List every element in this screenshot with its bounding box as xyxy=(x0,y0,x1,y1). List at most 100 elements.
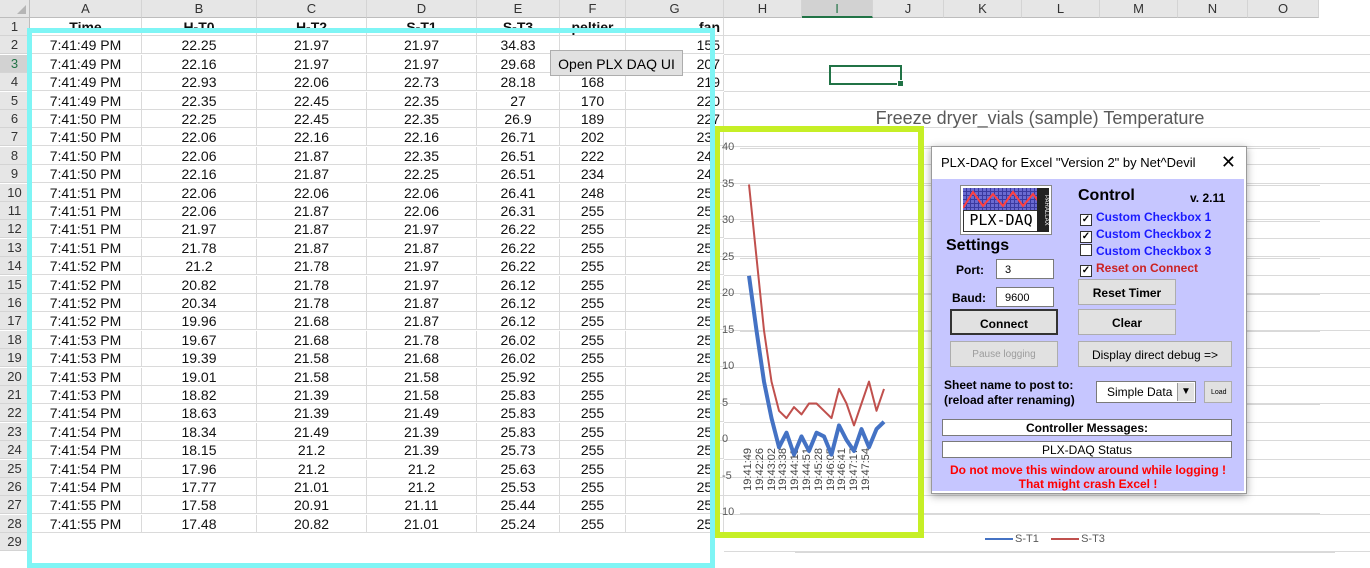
column-header-e[interactable]: E xyxy=(477,0,560,18)
select-all-corner[interactable] xyxy=(0,0,30,18)
table-cell[interactable]: 255 xyxy=(560,478,626,496)
table-cell[interactable]: 22.45 xyxy=(257,91,367,110)
column-header-o[interactable]: O xyxy=(1248,0,1319,18)
header-cell[interactable]: Time xyxy=(30,18,142,36)
table-cell[interactable]: 22.06 xyxy=(367,202,477,220)
table-cell[interactable]: 21.87 xyxy=(257,146,367,165)
row-header[interactable]: 28 xyxy=(0,514,30,533)
row-header[interactable]: 11 xyxy=(0,202,30,220)
row-header[interactable]: 4 xyxy=(0,73,30,92)
table-cell[interactable]: 26.22 xyxy=(477,238,560,257)
table-cell[interactable]: 255 xyxy=(626,257,724,276)
table-cell[interactable]: 17.96 xyxy=(142,459,257,478)
table-cell[interactable]: 19.96 xyxy=(142,312,257,331)
table-cell[interactable]: 25.53 xyxy=(477,478,560,496)
table-cell[interactable]: 26.12 xyxy=(477,312,560,331)
row-header[interactable]: 13 xyxy=(0,238,30,257)
table-cell[interactable]: 26.41 xyxy=(477,183,560,202)
table-cell[interactable]: 21.01 xyxy=(367,514,477,533)
header-cell[interactable]: fan xyxy=(626,18,724,36)
column-header-m[interactable]: M xyxy=(1100,0,1178,18)
table-cell[interactable]: 22.45 xyxy=(257,110,367,128)
table-cell[interactable]: 7:41:51 PM xyxy=(30,202,142,220)
table-cell[interactable]: 227 xyxy=(626,110,724,128)
table-cell[interactable]: 25.83 xyxy=(477,422,560,441)
table-cell[interactable]: 255 xyxy=(626,514,724,533)
table-cell[interactable]: 26.12 xyxy=(477,294,560,312)
table-cell[interactable]: 21.78 xyxy=(367,330,477,349)
table-cell[interactable]: 7:41:55 PM xyxy=(30,496,142,515)
table-cell[interactable]: 18.34 xyxy=(142,422,257,441)
table-cell[interactable]: 19.01 xyxy=(142,367,257,386)
table-cell[interactable]: 22.35 xyxy=(367,91,477,110)
table-cell[interactable]: 255 xyxy=(626,330,724,349)
table-cell[interactable]: 7:41:49 PM xyxy=(30,91,142,110)
row-header[interactable]: 29 xyxy=(0,533,30,552)
row-header[interactable]: 10 xyxy=(0,183,30,202)
table-cell[interactable]: 26.51 xyxy=(477,146,560,165)
row-header[interactable]: 6 xyxy=(0,110,30,128)
table-cell[interactable]: 21.39 xyxy=(367,422,477,441)
column-header-f[interactable]: F xyxy=(560,0,626,18)
table-cell[interactable]: 7:41:54 PM xyxy=(30,404,142,423)
table-cell[interactable]: 189 xyxy=(560,110,626,128)
table-cell[interactable]: 22.06 xyxy=(142,128,257,147)
table-cell[interactable]: 255 xyxy=(560,312,626,331)
table-cell[interactable]: 28.18 xyxy=(477,73,560,92)
table-cell[interactable]: 7:41:51 PM xyxy=(30,183,142,202)
table-cell[interactable]: 7:41:52 PM xyxy=(30,312,142,331)
connect-button[interactable]: Connect xyxy=(950,309,1058,335)
table-cell[interactable]: 7:41:54 PM xyxy=(30,478,142,496)
table-cell[interactable]: 7:41:51 PM xyxy=(30,220,142,239)
table-cell[interactable]: 18.15 xyxy=(142,441,257,460)
table-cell[interactable]: 22.35 xyxy=(142,91,257,110)
table-cell[interactable]: 255 xyxy=(560,441,626,460)
table-cell[interactable]: 255 xyxy=(560,422,626,441)
table-cell[interactable]: 255 xyxy=(626,386,724,404)
table-cell[interactable]: 7:41:50 PM xyxy=(30,110,142,128)
table-cell[interactable]: 21.58 xyxy=(367,367,477,386)
table-cell[interactable]: 20.82 xyxy=(257,514,367,533)
clear-columns-button[interactable]: Clear Columns xyxy=(1078,309,1176,354)
table-cell[interactable]: 255 xyxy=(626,294,724,312)
column-header-i[interactable]: I xyxy=(802,0,873,18)
table-cell[interactable]: 22.06 xyxy=(142,146,257,165)
reset-timer-button[interactable]: Reset Timer xyxy=(1078,279,1176,305)
table-cell[interactable]: 21.87 xyxy=(367,294,477,312)
row-header[interactable]: 21 xyxy=(0,386,30,404)
table-cell[interactable]: 22.16 xyxy=(142,165,257,184)
column-header-g[interactable]: G xyxy=(626,0,724,18)
table-cell[interactable]: 22.25 xyxy=(142,36,257,55)
table-cell[interactable]: 29.68 xyxy=(477,54,560,73)
table-cell[interactable]: 170 xyxy=(560,91,626,110)
table-cell[interactable]: 21.68 xyxy=(257,312,367,331)
table-cell[interactable]: 255 xyxy=(626,496,724,515)
row-header[interactable]: 16 xyxy=(0,294,30,312)
sheet-select[interactable]: Simple Data ▼ xyxy=(1096,381,1196,403)
table-cell[interactable]: 220 xyxy=(626,91,724,110)
table-cell[interactable]: 21.68 xyxy=(367,349,477,368)
table-cell[interactable]: 21.87 xyxy=(257,165,367,184)
table-cell[interactable]: 22.06 xyxy=(257,183,367,202)
pause-logging-button[interactable]: Pause logging xyxy=(950,341,1058,367)
table-cell[interactable]: 255 xyxy=(560,496,626,515)
custom-checkbox-2[interactable]: ✓ Custom Checkbox 2 xyxy=(1080,227,1211,243)
table-cell[interactable]: 241 xyxy=(626,146,724,165)
table-cell[interactable]: 21.49 xyxy=(257,422,367,441)
table-cell[interactable]: 18.82 xyxy=(142,386,257,404)
table-cell[interactable]: 20.82 xyxy=(142,275,257,294)
table-cell[interactable]: 17.58 xyxy=(142,496,257,515)
table-cell[interactable]: 7:41:53 PM xyxy=(30,330,142,349)
table-cell[interactable]: 7:41:53 PM xyxy=(30,349,142,368)
table-cell[interactable]: 7:41:54 PM xyxy=(30,441,142,460)
column-header-b[interactable]: B xyxy=(142,0,257,18)
column-header-l[interactable]: L xyxy=(1022,0,1100,18)
display-debug-button[interactable]: Display direct debug => xyxy=(1078,341,1232,367)
column-header-h[interactable]: H xyxy=(724,0,802,18)
table-cell[interactable]: 21.97 xyxy=(257,54,367,73)
table-cell[interactable]: 255 xyxy=(626,404,724,423)
table-cell[interactable]: 255 xyxy=(626,275,724,294)
reset-on-connect-checkbox[interactable]: ✓ Reset on Connect xyxy=(1080,261,1198,277)
table-cell[interactable]: 21.68 xyxy=(257,330,367,349)
table-cell[interactable]: 255 xyxy=(626,422,724,441)
